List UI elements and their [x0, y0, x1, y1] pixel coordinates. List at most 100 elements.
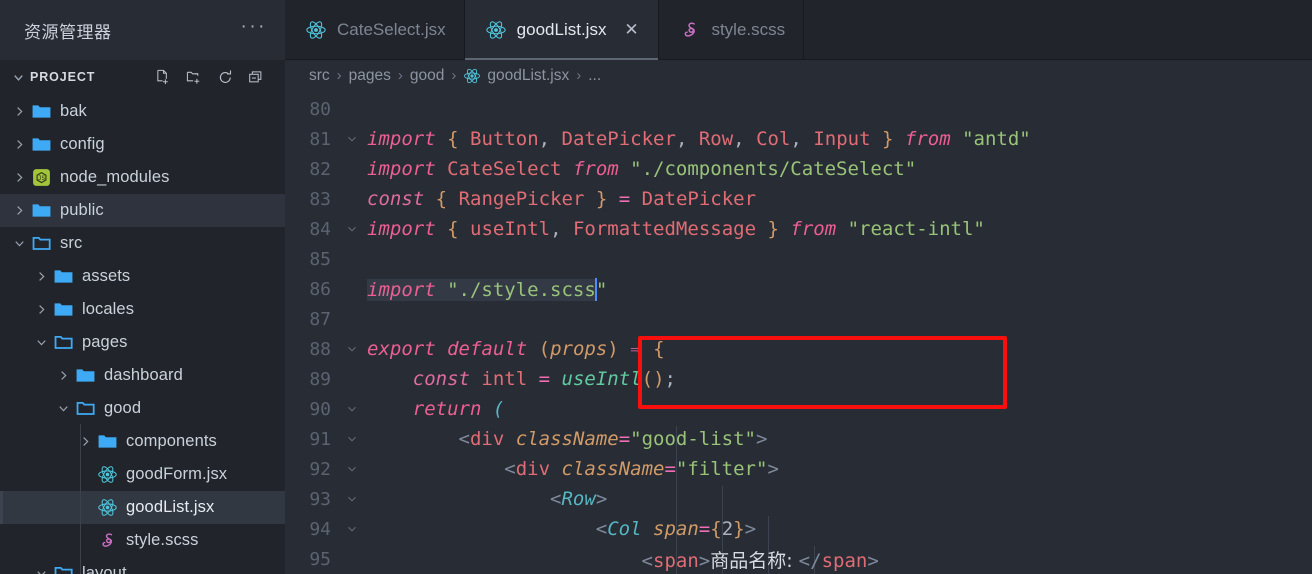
code-text[interactable]: <Col span={2}> — [363, 518, 756, 540]
folder-open-icon — [53, 563, 74, 574]
code-line[interactable]: 85 — [285, 244, 1312, 274]
code-line[interactable]: 81 import { Button, DatePicker, Row, Col,… — [285, 124, 1312, 154]
code-editor[interactable]: 80 81 import { Button, DatePicker, Row, Co… — [285, 91, 1312, 574]
fold-chevron-icon[interactable] — [341, 522, 363, 536]
breadcrumb-segment[interactable]: good — [410, 67, 444, 85]
folder-icon — [31, 134, 52, 155]
code-text[interactable]: import { useIntl, FormattedMessage } fro… — [363, 218, 985, 240]
code-line[interactable]: 94 <Col span={2}> — [285, 514, 1312, 544]
tree-folder-pages[interactable]: pages — [0, 326, 285, 359]
code-text[interactable]: const { RangePicker } = DatePicker — [363, 188, 756, 210]
code-line[interactable]: 89 const intl = useIntl(); — [285, 364, 1312, 394]
tab-goodList-jsx[interactable]: goodList.jsx ✕ — [464, 0, 660, 60]
tree-file-goodForm-jsx[interactable]: goodForm.jsx — [0, 458, 285, 491]
chevron-right-icon[interactable] — [8, 137, 30, 152]
code-line[interactable]: 91 <div className="good-list"> — [285, 424, 1312, 454]
explorer-actions — [155, 69, 273, 86]
chevron-down-icon[interactable] — [8, 236, 30, 251]
breadcrumb-segment[interactable]: pages — [349, 67, 391, 85]
code-text[interactable]: import { Button, DatePicker, Row, Col, I… — [363, 128, 1031, 150]
chevron-right-icon[interactable] — [74, 434, 96, 449]
tree-folder-assets[interactable]: assets — [0, 260, 285, 293]
code-text[interactable]: <div className="filter"> — [363, 458, 779, 480]
collapse-all-icon[interactable] — [248, 69, 265, 86]
tree-folder-good[interactable]: good — [0, 392, 285, 425]
tree-folder-components[interactable]: components — [0, 425, 285, 458]
tree-file-style-scss[interactable]: style.scss — [0, 524, 285, 557]
chevron-down-icon[interactable] — [30, 335, 52, 350]
code-line[interactable]: 82 import CateSelect from "./components/C… — [285, 154, 1312, 184]
tree-item-label: pages — [82, 333, 128, 351]
tree-item-label: good — [104, 399, 142, 417]
breadcrumb-segment[interactable]: goodList.jsx — [487, 67, 569, 85]
code-text[interactable]: <span>商品名称: </span> — [363, 546, 879, 573]
fold-chevron-icon[interactable] — [341, 132, 363, 146]
chevron-down-icon[interactable] — [52, 401, 74, 416]
tree-folder-locales[interactable]: locales — [0, 293, 285, 326]
tree-item-label: assets — [82, 267, 131, 285]
code-line[interactable]: 87 — [285, 304, 1312, 334]
code-text[interactable]: <Row> — [363, 488, 607, 510]
code-line[interactable]: 93 <Row> — [285, 484, 1312, 514]
code-line[interactable]: 83 const { RangePicker } = DatePicker — [285, 184, 1312, 214]
breadcrumb-segment[interactable]: ... — [588, 67, 601, 85]
chevron-right-icon[interactable] — [8, 104, 30, 119]
code-line[interactable]: 86 import "./style.scss" — [285, 274, 1312, 304]
code-text[interactable]: import CateSelect from "./components/Cat… — [363, 158, 916, 180]
line-number: 81 — [309, 128, 331, 150]
chevron-right-icon[interactable] — [8, 170, 30, 185]
tree-item-label: node_modules — [60, 168, 170, 186]
breadcrumb-segment[interactable]: src — [309, 67, 330, 85]
code-text[interactable]: return ( — [363, 398, 505, 420]
explorer-overflow-icon[interactable]: ··· — [241, 17, 267, 38]
code-lines[interactable]: 80 81 import { Button, DatePicker, Row, Co… — [285, 94, 1312, 574]
breadcrumb[interactable]: src › pages › good › goodList.jsx ›... — [285, 60, 1312, 91]
code-text[interactable]: <div className="good-list"> — [363, 428, 768, 450]
tree-file-goodList-jsx[interactable]: goodList.jsx — [0, 491, 285, 524]
tree-folder-config[interactable]: config — [0, 128, 285, 161]
fold-chevron-icon[interactable] — [341, 342, 363, 356]
tree-folder-layout[interactable]: layout — [0, 557, 285, 574]
chevron-right-icon[interactable] — [30, 269, 52, 284]
tree-folder-node_modules[interactable]: JS node_modules — [0, 161, 285, 194]
code-line[interactable]: 90 return ( — [285, 394, 1312, 424]
tree-folder-dashboard[interactable]: dashboard — [0, 359, 285, 392]
new-folder-icon[interactable] — [186, 69, 203, 86]
line-number: 82 — [309, 158, 331, 180]
code-line[interactable]: 88 export default (props) ⇒ { — [285, 334, 1312, 364]
tab-CateSelect-jsx[interactable]: CateSelect.jsx — [285, 0, 465, 59]
fold-chevron-icon[interactable] — [341, 402, 363, 416]
tab-close-icon[interactable]: ✕ — [622, 20, 640, 40]
line-number: 91 — [309, 428, 331, 450]
code-text[interactable]: import "./style.scss" — [363, 277, 607, 301]
fold-chevron-icon[interactable] — [341, 492, 363, 506]
fold-chevron-icon[interactable] — [341, 222, 363, 236]
fold-chevron-icon[interactable] — [341, 432, 363, 446]
code-line[interactable]: 80 — [285, 94, 1312, 124]
new-file-icon[interactable] — [155, 69, 172, 86]
code-line[interactable]: 84 import { useIntl, FormattedMessage } f… — [285, 214, 1312, 244]
tree-item-label: bak — [60, 102, 87, 120]
fold-chevron-icon[interactable] — [341, 462, 363, 476]
tab-style-scss[interactable]: style.scss — [659, 0, 805, 59]
chevron-right-icon[interactable] — [8, 203, 30, 218]
code-text[interactable]: export default (props) ⇒ { — [363, 338, 665, 360]
line-number: 84 — [309, 218, 331, 240]
line-number: 94 — [309, 518, 331, 540]
tree-item-label: style.scss — [126, 531, 199, 549]
tree-folder-bak[interactable]: bak — [0, 95, 285, 128]
project-section-header[interactable]: PROJECT — [0, 60, 285, 94]
code-line[interactable]: 95 <span>商品名称: </span> — [285, 544, 1312, 574]
chevron-right-icon[interactable] — [30, 302, 52, 317]
tree-folder-public[interactable]: public — [0, 194, 285, 227]
tree-folder-src[interactable]: src — [0, 227, 285, 260]
code-line[interactable]: 92 <div className="filter"> — [285, 454, 1312, 484]
chevron-right-icon[interactable] — [52, 368, 74, 383]
chevron-down-icon[interactable] — [30, 566, 52, 574]
refresh-icon[interactable] — [217, 69, 234, 86]
tree-item-label: locales — [82, 300, 135, 318]
tree-item-label: goodForm.jsx — [126, 465, 228, 483]
chevron-down-icon[interactable] — [10, 69, 26, 85]
file-tree[interactable]: bak config JS node_modules public src assets lo… — [0, 94, 285, 574]
code-text[interactable]: const intl = useIntl(); — [363, 368, 676, 390]
